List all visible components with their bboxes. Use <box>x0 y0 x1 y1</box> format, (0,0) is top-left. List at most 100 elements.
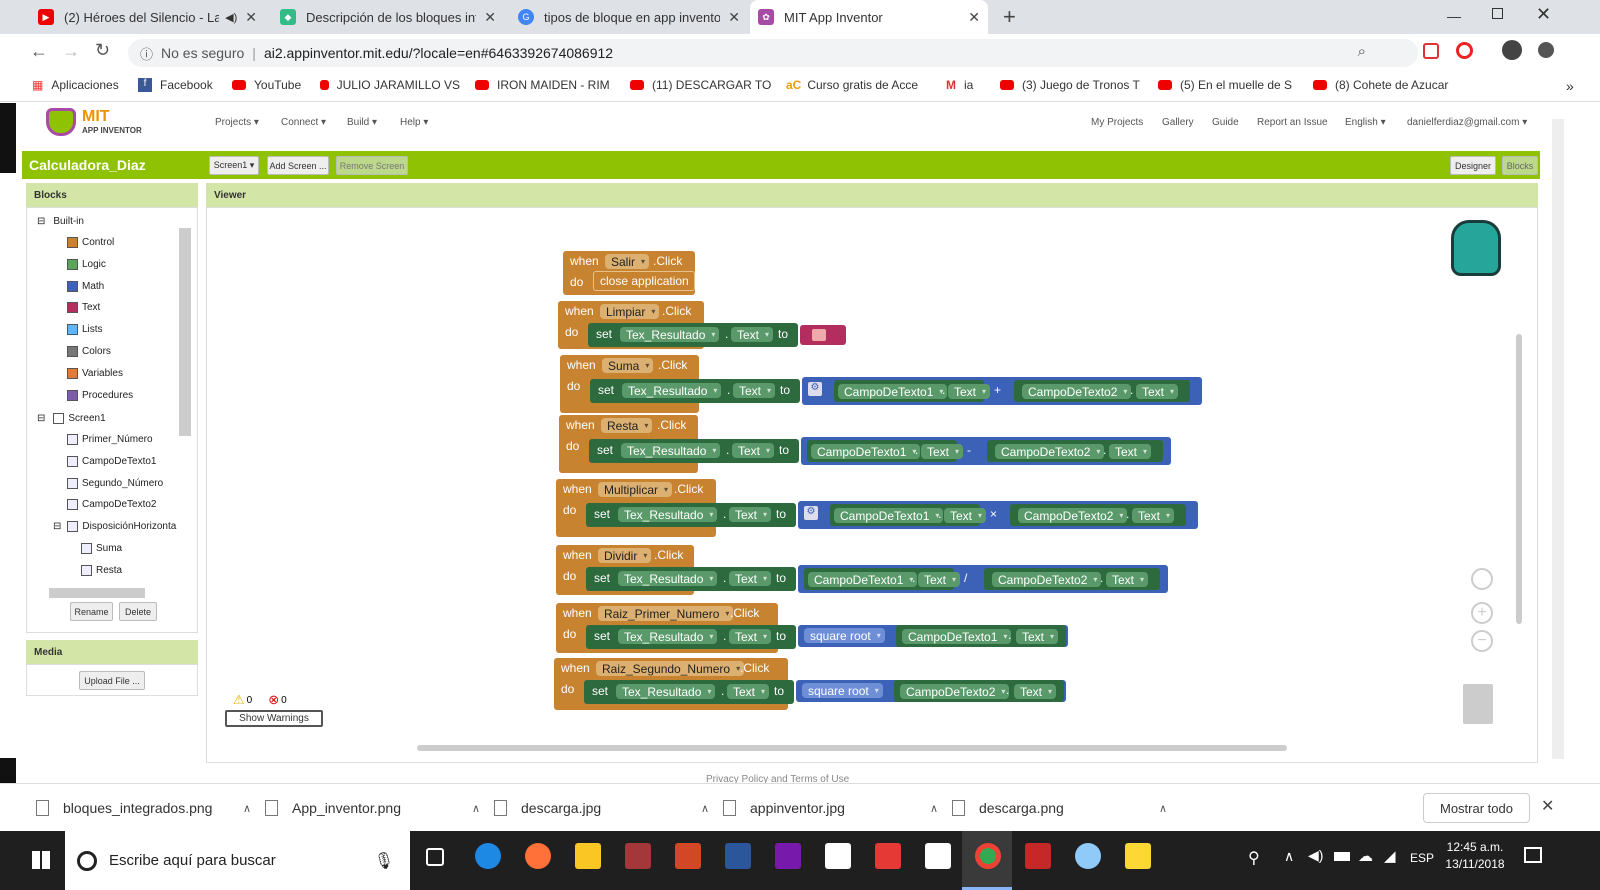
component-getter-block[interactable]: CampoDeTexto2.Text <box>894 680 1064 702</box>
category-procedures[interactable]: Procedures <box>67 389 133 401</box>
profile-avatar[interactable] <box>1502 40 1522 60</box>
getter-property-dropdown[interactable]: Text <box>921 444 964 459</box>
firefox-icon[interactable] <box>525 843 551 869</box>
square-root-block[interactable]: square root CampoDeTexto1. Text <box>798 625 1068 647</box>
minimize-icon[interactable]: — <box>1447 8 1461 24</box>
blocks-button[interactable]: Blocks <box>1502 156 1538 175</box>
menu-build[interactable]: Build ▾ <box>347 117 377 128</box>
tab-google[interactable]: G tipos de bloque en app invento ✕ <box>510 0 748 34</box>
account-menu[interactable]: danielferdiaz@gmail.com ▾ <box>1407 117 1527 128</box>
bookmark-apps[interactable]: ▦ Aplicaciones <box>32 78 119 92</box>
component-getter-block[interactable]: CampoDeTexto1.Text <box>834 380 991 402</box>
collapse-icon[interactable]: ⊟ <box>37 216 45 227</box>
set-block[interactable]: set Tex_Resultado.Textto <box>586 625 796 649</box>
gift-icon[interactable] <box>875 843 901 869</box>
getter-component-dropdown[interactable]: CampoDeTexto2 <box>900 684 1010 699</box>
link-guide[interactable]: Guide <box>1212 117 1239 128</box>
collapse-icon[interactable]: ⊟ <box>37 413 45 424</box>
screen-dropdown[interactable]: Screen1 ▾ <box>209 156 259 175</box>
add-screen-button[interactable]: Add Screen ... <box>267 156 329 175</box>
bookmark-tronos[interactable]: (3) Juego de Tronos T <box>1000 78 1148 92</box>
getter-component-dropdown[interactable]: CampoDeTexto1 <box>834 508 944 523</box>
close-icon[interactable]: ✕ <box>484 9 496 26</box>
event-component-dropdown[interactable]: Multiplicar <box>598 482 673 497</box>
bookmark-gmail[interactable]: Mia <box>946 78 973 92</box>
getter-component-dropdown[interactable]: CampoDeTexto1 <box>808 572 918 587</box>
designer-button[interactable]: Designer <box>1450 156 1496 175</box>
set-block[interactable]: set Tex_Resultado.Textto <box>588 323 798 347</box>
component-getter-block[interactable]: CampoDeTexto1.Text <box>896 625 1066 647</box>
workspace-vscrollbar[interactable] <box>1516 334 1522 624</box>
bookmarks-overflow[interactable]: » <box>1566 78 1574 94</box>
download-item[interactable]: descarga.jpg ∧ <box>494 784 709 832</box>
restore-icon[interactable] <box>1492 8 1503 19</box>
mutator-gear-icon[interactable]: ⚙ <box>804 506 818 520</box>
blocks-workspace[interactable]: whenSalir.Clickdoclose applicationwhenLi… <box>206 207 1538 763</box>
builtin-node[interactable]: ⊟ Built-in <box>37 216 84 227</box>
component-getter-block[interactable]: CampoDeTexto1.Text <box>804 568 961 590</box>
set-property-dropdown[interactable]: Text <box>729 629 772 644</box>
person-icon[interactable]: ⚲ <box>1248 848 1260 868</box>
link-report-issue[interactable]: Report an Issue <box>1257 117 1328 128</box>
set-property-dropdown[interactable]: Text <box>729 571 772 586</box>
event-component-dropdown[interactable]: Salir <box>605 254 650 269</box>
screen1-node[interactable]: ⊟ Screen1 <box>37 413 106 424</box>
getter-component-dropdown[interactable]: CampoDeTexto2 <box>1022 384 1132 399</box>
component-getter-block[interactable]: CampoDeTexto1.Text <box>807 440 964 462</box>
component-campodetexto2[interactable]: CampoDeTexto2 <box>67 499 156 511</box>
category-variables[interactable]: Variables <box>67 367 123 379</box>
notifications-icon[interactable] <box>1524 847 1542 863</box>
event-component-dropdown[interactable]: Limpiar <box>600 304 660 319</box>
search-box[interactable]: Escribe aquí para buscar 🎙 <box>65 831 410 890</box>
back-icon[interactable]: ← <box>30 41 48 62</box>
empty-string-field[interactable] <box>812 329 826 341</box>
workspace-hscrollbar[interactable] <box>417 745 1287 751</box>
category-logic[interactable]: Logic <box>67 258 106 270</box>
set-block[interactable]: set Tex_Resultado.Textto <box>586 503 796 527</box>
bookmark-julio[interactable]: JULIO JARAMILLO VS <box>320 78 460 92</box>
getter-property-dropdown[interactable]: Text <box>918 572 961 587</box>
tree-hscrollbar[interactable] <box>49 588 145 598</box>
volume-icon[interactable]: ◀) <box>1308 847 1323 864</box>
collapse-icon[interactable]: ⊟ <box>53 521 61 532</box>
close-application-block[interactable]: close application <box>593 271 695 291</box>
tree-vscrollbar[interactable] <box>179 228 191 436</box>
bookmark-muelle[interactable]: (5) En el muelle de S <box>1158 78 1298 92</box>
download-item[interactable]: bloques_integrados.png ∧ <box>36 784 251 832</box>
backpack-icon[interactable] <box>1451 220 1501 276</box>
event-component-dropdown[interactable]: Dividir <box>598 548 652 563</box>
reload-icon[interactable]: ↻ <box>95 40 110 61</box>
set-block[interactable]: set Tex_Resultado.Textto <box>586 567 796 591</box>
show-all-button[interactable]: Mostrar todo <box>1423 793 1530 823</box>
event-component-dropdown[interactable]: Raiz_Segundo_Numero <box>596 661 745 676</box>
bookmark-iron-maiden[interactable]: IRON MAIDEN - RIM <box>475 78 615 92</box>
new-tab-button[interactable]: + <box>1003 4 1016 30</box>
onenote-icon[interactable] <box>775 843 801 869</box>
category-colors[interactable]: Colors <box>67 346 111 357</box>
chevron-up-icon[interactable]: ∧ <box>701 802 709 815</box>
tab-descripcion[interactable]: ◆ Descripción de los bloques integ ✕ <box>272 0 504 34</box>
getter-component-dropdown[interactable]: CampoDeTexto2 <box>992 572 1102 587</box>
wifi-icon[interactable]: ◢ <box>1384 847 1396 865</box>
event-component-dropdown[interactable]: Raiz_Primer_Numero <box>598 606 734 621</box>
component-getter-block[interactable]: CampoDeTexto2.Text <box>1014 380 1190 402</box>
math-add-block[interactable]: ⚙CampoDeTexto1.Text+CampoDeTexto2.Text <box>802 377 1202 405</box>
event-component-dropdown[interactable]: Resta <box>601 418 653 433</box>
menu-help[interactable]: Help ▾ <box>400 117 428 128</box>
getter-component-dropdown[interactable]: CampoDeTexto2 <box>1018 508 1128 523</box>
category-math[interactable]: Math <box>67 280 104 292</box>
chevron-up-icon[interactable]: ∧ <box>1159 802 1167 815</box>
folder-icon[interactable] <box>1125 843 1151 869</box>
start-icon[interactable] <box>32 851 50 869</box>
math-subtract-block[interactable]: CampoDeTexto1.Text-CampoDeTexto2.Text <box>801 437 1171 465</box>
category-text[interactable]: Text <box>67 302 100 314</box>
getter-property-dropdown[interactable]: Text <box>1109 444 1152 459</box>
event-block[interactable]: whenResta.ClickdosetTex_Resultado.Textto… <box>559 415 1171 473</box>
set-component-dropdown[interactable]: Tex_Resultado <box>618 507 718 522</box>
close-downloads-icon[interactable]: ✕ <box>1541 796 1554 816</box>
component-segundo_número[interactable]: Segundo_Número <box>67 477 163 489</box>
event-block[interactable]: when Salir.Click do close application <box>563 251 695 295</box>
delete-button[interactable]: Delete <box>119 602 157 621</box>
event-component-dropdown[interactable]: Suma <box>602 358 654 373</box>
set-component-dropdown[interactable]: Tex_Resultado <box>618 571 718 586</box>
